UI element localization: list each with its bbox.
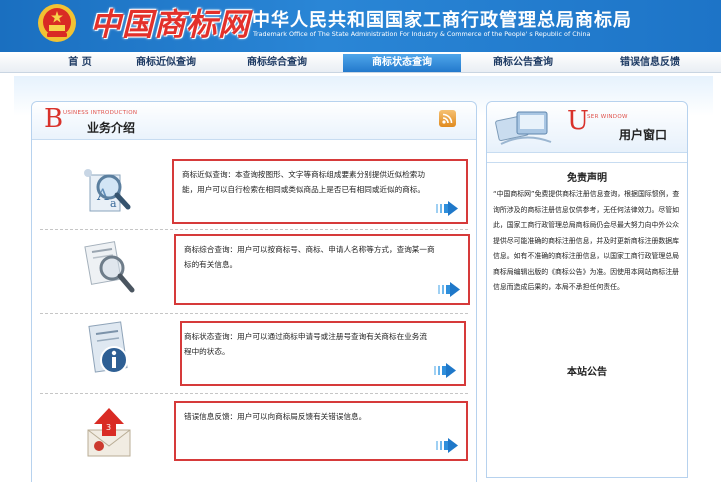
rss-icon[interactable]	[439, 110, 456, 127]
business-intro-title: 业务介绍	[87, 121, 136, 135]
business-english-label: USINESS INTRODUCTION	[63, 110, 138, 116]
business-letter: B	[44, 104, 64, 134]
user-window-title: 用户窗口	[619, 128, 668, 142]
service-status-search[interactable]: 商标状态查询：用户可以通过商标申请号或注册号查询有关商标在业务流程中的状态。	[180, 321, 466, 386]
user-window-header: U SER WINDOW 用户窗口	[487, 102, 687, 153]
user-english-label: SER WINDOW	[587, 114, 628, 120]
service-description: 商标综合查询：用户可以按商标号、商标、申请人名称等方式，查询某一商标的有关信息。	[184, 245, 435, 269]
feedback-envelope-icon: 3	[87, 408, 131, 457]
business-intro-panel: B USINESS INTRODUCTION 业务介绍 A a 商标近似查询：本…	[31, 101, 477, 482]
info-document-icon	[88, 321, 128, 374]
user-window-illustration-icon	[495, 111, 552, 145]
nav-similar-search[interactable]: 商标近似查询	[122, 54, 210, 72]
notice-box: 免责声明 “中国商标网”免费提供商标注册信息查询，根据国际惯例，查询所涉及的商标…	[487, 162, 687, 476]
disclaimer-title: 免责声明	[567, 173, 607, 184]
magnifier-document-icon	[84, 241, 135, 293]
arrow-right-icon[interactable]	[438, 282, 460, 297]
magnifier-aa-icon: A a	[84, 169, 131, 212]
business-intro-header: B USINESS INTRODUCTION 业务介绍	[32, 102, 476, 140]
nav-announcement-search[interactable]: 商标公告查询	[470, 54, 576, 72]
nav-status-search[interactable]: 商标状态查询	[343, 54, 461, 72]
row-divider	[40, 229, 468, 230]
row-divider	[40, 313, 468, 314]
nav-home[interactable]: 首 页	[40, 54, 120, 72]
service-description: 商标近似查询：本查询按图形、文字等商标组成要素分别提供近似检索功能，用户可以自行…	[182, 170, 425, 194]
site-logo[interactable]: 中国商标网	[90, 0, 250, 52]
nav-comprehensive-search[interactable]: 商标综合查询	[222, 54, 332, 72]
user-window-panel: U SER WINDOW 用户窗口 免责声明 “中国商标网”免费提供商标注册信息…	[486, 101, 688, 478]
service-error-feedback[interactable]: 错误信息反馈：用户可以向商标局反馈有关错误信息。	[174, 401, 468, 461]
service-description: 错误信息反馈：用户可以向商标局反馈有关错误信息。	[184, 412, 367, 421]
disclaimer-body: “中国商标网”免费提供商标注册信息查询，根据国际惯例，查询所涉及的商标注册信息仅…	[493, 190, 680, 291]
row-divider	[40, 393, 468, 394]
arrow-right-icon[interactable]	[434, 363, 456, 378]
main-nav: 首 页 商标近似查询 商标综合查询 商标状态查询 商标公告查询 错误信息反馈	[0, 54, 721, 73]
site-header: 中国商标网 中华人民共和国国家工商行政管理总局商标局 Trademark Off…	[0, 0, 721, 52]
agency-title: 中华人民共和国国家工商行政管理总局商标局	[252, 10, 632, 31]
service-comprehensive-search[interactable]: 商标综合查询：用户可以按商标号、商标、申请人名称等方式，查询某一商标的有关信息。	[174, 234, 470, 305]
service-description: 商标状态查询：用户可以通过商标申请号或注册号查询有关商标在业务流程中的状态。	[184, 332, 427, 356]
svg-text:3: 3	[106, 423, 111, 432]
agency-subtitle: Trademark Office of The State Administra…	[253, 30, 591, 38]
site-announcement-title: 本站公告	[567, 367, 607, 378]
arrow-right-icon[interactable]	[436, 438, 458, 453]
user-letter: U	[567, 106, 589, 136]
national-emblem-icon	[38, 4, 76, 42]
arrow-right-icon[interactable]	[436, 201, 458, 216]
nav-error-feedback[interactable]: 错误信息反馈	[594, 54, 706, 72]
service-similar-search[interactable]: 商标近似查询：本查询按图形、文字等商标组成要素分别提供近似检索功能，用户可以自行…	[172, 159, 468, 224]
